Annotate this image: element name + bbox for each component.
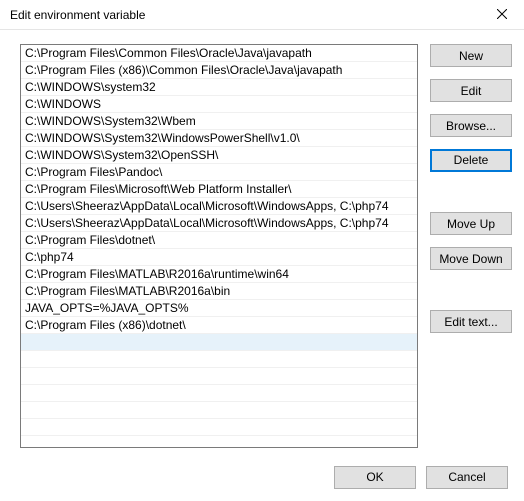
list-item[interactable]: C:\WINDOWS\System32\Wbem [21,113,417,130]
button-column: New Edit Browse... Delete Move Up Move D… [430,44,512,345]
edit-button[interactable]: Edit [430,79,512,102]
window-title: Edit environment variable [10,8,145,22]
list-item[interactable] [21,385,417,402]
list-item[interactable]: C:\Program Files\MATLAB\R2016a\bin [21,283,417,300]
dialog-footer: OK Cancel [0,453,524,501]
list-item[interactable]: C:\WINDOWS [21,96,417,113]
list-item[interactable]: C:\Program Files\Microsoft\Web Platform … [21,181,417,198]
list-item[interactable]: C:\WINDOWS\System32\WindowsPowerShell\v1… [21,130,417,147]
delete-button[interactable]: Delete [430,149,512,172]
move-up-button[interactable]: Move Up [430,212,512,235]
list-item[interactable] [21,368,417,385]
titlebar: Edit environment variable [0,0,524,30]
list-item[interactable]: C:\Program Files\dotnet\ [21,232,417,249]
list-item[interactable]: C:\Program Files\MATLAB\R2016a\runtime\w… [21,266,417,283]
list-item[interactable]: C:\Program Files\Common Files\Oracle\Jav… [21,45,417,62]
new-button[interactable]: New [430,44,512,67]
close-icon [497,8,507,22]
list-item[interactable]: C:\WINDOWS\System32\OpenSSH\ [21,147,417,164]
list-item[interactable] [21,402,417,419]
list-item[interactable]: C:\php74 [21,249,417,266]
list-item[interactable]: C:\Program Files\Pandoc\ [21,164,417,181]
list-item[interactable]: C:\Users\Sheeraz\AppData\Local\Microsoft… [21,198,417,215]
browse-button[interactable]: Browse... [430,114,512,137]
path-listbox[interactable]: C:\Program Files\Common Files\Oracle\Jav… [20,44,418,448]
list-item[interactable]: C:\Users\Sheeraz\AppData\Local\Microsoft… [21,215,417,232]
list-item[interactable] [21,334,417,351]
cancel-button[interactable]: Cancel [426,466,508,489]
list-item[interactable]: JAVA_OPTS=%JAVA_OPTS% [21,300,417,317]
move-down-button[interactable]: Move Down [430,247,512,270]
list-item[interactable]: C:\Program Files (x86)\Common Files\Orac… [21,62,417,79]
close-button[interactable] [479,0,524,30]
list-item[interactable] [21,351,417,368]
ok-button[interactable]: OK [334,466,416,489]
dialog-content: C:\Program Files\Common Files\Oracle\Jav… [0,30,524,44]
list-item[interactable]: C:\WINDOWS\system32 [21,79,417,96]
list-item[interactable]: C:\Program Files (x86)\dotnet\ [21,317,417,334]
edit-text-button[interactable]: Edit text... [430,310,512,333]
list-item[interactable] [21,419,417,436]
